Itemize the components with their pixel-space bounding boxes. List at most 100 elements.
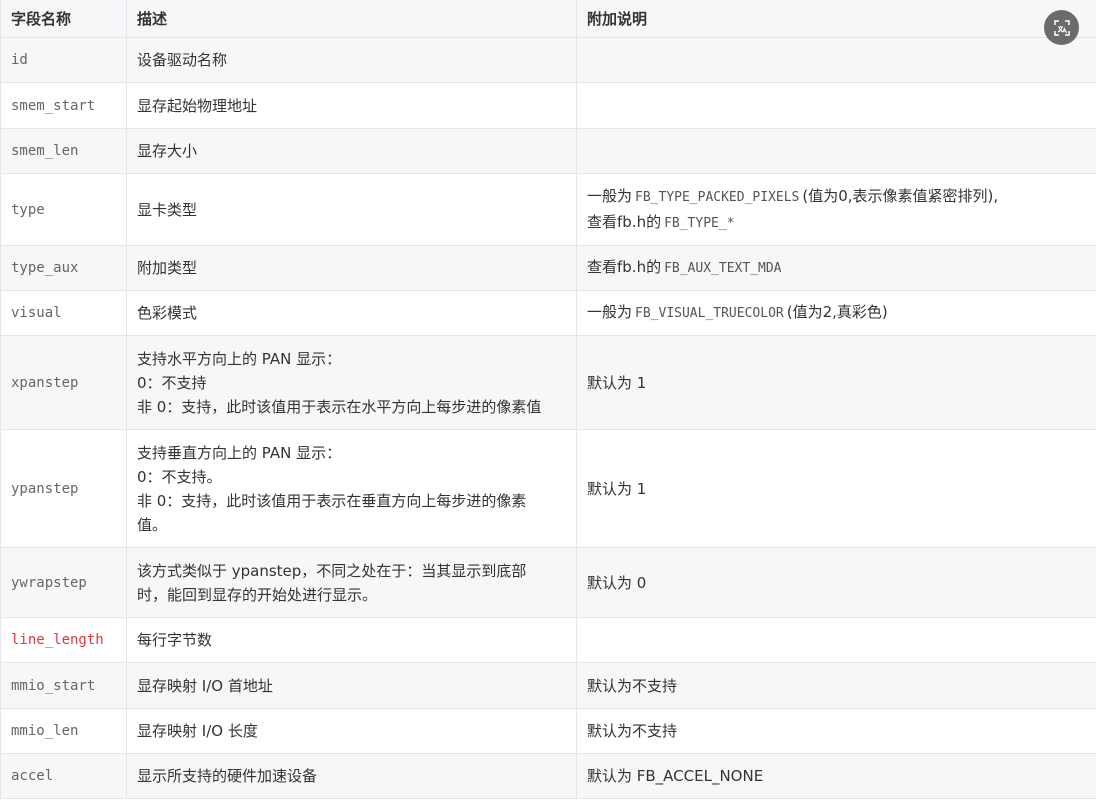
note-cell: 默认为 FB_ACCEL_NONE <box>576 753 1096 799</box>
description-cell: 显示所支持的硬件加速设备 <box>126 753 577 799</box>
description-line: 非 0：支持，此时该值用于表示在水平方向上每步进的像素值 <box>137 397 542 416</box>
description-cell: 显卡类型 <box>126 173 577 246</box>
description-cell: 附加类型 <box>126 245 577 291</box>
note-code: FB_TYPE_PACKED_PIXELS <box>635 189 800 205</box>
description-cell: 每行字节数 <box>126 617 577 663</box>
description-line: 值。 <box>137 515 168 534</box>
description-cell: 显存映射 I/O 首地址 <box>126 662 577 709</box>
description-line: 设备驱动名称 <box>137 51 228 69</box>
note-code: FB_TYPE_* <box>664 215 735 231</box>
note-line: 一般为 FB_VISUAL_TRUECOLOR (值为2,真彩色) <box>587 300 1086 326</box>
note-text: 查看fb.h的 <box>587 212 662 231</box>
note-cell: 一般为 FB_VISUAL_TRUECOLOR (值为2,真彩色) <box>576 290 1096 336</box>
note-cell: 默认为不支持 <box>576 708 1096 754</box>
table-row: line_length 每行字节数 <box>0 617 1096 663</box>
note-cell <box>576 128 1096 174</box>
description-cell: 显存大小 <box>126 128 577 174</box>
note-code: FB_VISUAL_TRUECOLOR <box>635 306 784 321</box>
description-line: 显卡类型 <box>137 200 198 219</box>
field-name-cell: mmio_len <box>0 708 127 754</box>
description-cell: 设备驱动名称 <box>126 37 577 83</box>
header-extra-note: 附加说明 <box>576 0 1096 38</box>
note-cell <box>576 82 1096 129</box>
note-line: 默认为 0 <box>587 571 1086 595</box>
field-name-cell: line_length <box>0 617 127 663</box>
table-row: accel 显示所支持的硬件加速设备 默认为 FB_ACCEL_NONE <box>0 753 1096 799</box>
note-cell: 默认为 1 <box>576 335 1096 430</box>
table-row: xpanstep 支持水平方向上的 PAN 显示： 0：不支持非 0：支持，此时该值… <box>0 335 1096 430</box>
description-line: 每行字节数 <box>137 631 213 649</box>
note-cell: 默认为 1 <box>576 429 1096 548</box>
table-row: mmio_len 显存映射 I/O 长度 默认为不支持 <box>0 708 1096 754</box>
description-line: 该方式类似于 ypanstep，不同之处在于：当其显示到底部 <box>137 561 527 580</box>
note-line: 查看fb.h的 FB_AUX_TEXT_MDA <box>587 255 1086 281</box>
close-button[interactable] <box>1044 10 1079 45</box>
description-line: 附加类型 <box>137 259 198 277</box>
note-line: 默认为 1 <box>587 477 1086 501</box>
note-text-suffix: (值为0,表示像素值紧密排列), <box>802 186 999 205</box>
field-name-cell: xpanstep <box>0 335 127 430</box>
table-row: mmio_start 显存映射 I/O 首地址 默认为不支持 <box>0 662 1096 709</box>
note-text: 一般为 <box>587 303 633 321</box>
description-line: 显存大小 <box>137 142 198 160</box>
description-cell: 显存起始物理地址 <box>126 82 577 129</box>
description-line: 色彩模式 <box>137 304 198 322</box>
note-cell <box>576 37 1096 83</box>
note-cell: 一般为 FB_TYPE_PACKED_PIXELS (值为0,表示像素值紧密排列),… <box>576 173 1096 246</box>
field-table: 字段名称 描述 附加说明 id 设备驱动名称 smem_start 显存起始物理地址 s… <box>0 0 1096 799</box>
note-text: 默认为 1 <box>587 479 647 498</box>
table-row: type 显卡类型 一般为 FB_TYPE_PACKED_PIXELS (值为0,表示像… <box>0 173 1096 246</box>
note-line: 查看fb.h的 FB_TYPE_* <box>587 210 1086 236</box>
description-line: 显存映射 I/O 首地址 <box>137 676 273 695</box>
header-field-name: 字段名称 <box>0 0 127 38</box>
field-name-cell: accel <box>0 753 127 799</box>
description-cell: 支持水平方向上的 PAN 显示： 0：不支持非 0：支持，此时该值用于表示在水平方… <box>126 335 577 430</box>
description-line: 显存映射 I/O 长度 <box>137 722 258 740</box>
note-text: 默认为不支持 <box>587 676 678 695</box>
description-line: 显存起始物理地址 <box>137 96 258 115</box>
note-text-suffix: (值为2,真彩色) <box>786 303 888 321</box>
note-line: 一般为 FB_TYPE_PACKED_PIXELS (值为0,表示像素值紧密排列), <box>587 184 1086 210</box>
table-row: id 设备驱动名称 <box>0 37 1096 83</box>
note-cell: 查看fb.h的 FB_AUX_TEXT_MDA <box>576 245 1096 291</box>
description-line: 时，能回到显存的开始处进行显示。 <box>137 585 378 604</box>
description-cell: 色彩模式 <box>126 290 577 336</box>
table-row: smem_start 显存起始物理地址 <box>0 82 1096 129</box>
description-line: 非 0：支持，此时该值用于表示在垂直方向上每步进的像素 <box>137 491 527 510</box>
field-name-cell: smem_start <box>0 82 127 129</box>
table-row: ypanstep 支持垂直方向上的 PAN 显示： 0：不支持。非 0：支持，此时该… <box>0 429 1096 548</box>
table-row: visual 色彩模式 一般为 FB_VISUAL_TRUECOLOR (值为2,真彩色… <box>0 290 1096 336</box>
description-cell: 支持垂直方向上的 PAN 显示： 0：不支持。非 0：支持，此时该值用于表示在垂直… <box>126 429 577 548</box>
field-name-cell: ywrapstep <box>0 547 127 618</box>
note-text: 默认为 0 <box>587 573 647 592</box>
note-line: 默认为不支持 <box>587 719 1086 743</box>
description-line: 支持水平方向上的 PAN 显示： <box>137 349 342 368</box>
description-line: 显示所支持的硬件加速设备 <box>137 767 318 785</box>
note-line: 默认为不支持 <box>587 674 1086 698</box>
note-cell: 默认为 0 <box>576 547 1096 618</box>
note-line: 默认为 FB_ACCEL_NONE <box>587 764 1086 788</box>
header-description: 描述 <box>126 0 577 38</box>
field-name-cell: smem_len <box>0 128 127 174</box>
description-cell: 该方式类似于 ypanstep，不同之处在于：当其显示到底部 时，能回到显存的开始… <box>126 547 577 618</box>
note-text: 一般为 <box>587 186 633 205</box>
field-name-cell: ypanstep <box>0 429 127 548</box>
note-cell <box>576 617 1096 663</box>
table-body: id 设备驱动名称 smem_start 显存起始物理地址 smem_len 显存大小 ty… <box>0 37 1096 799</box>
field-name-cell: id <box>0 37 127 83</box>
note-text: 默认为 FB_ACCEL_NONE <box>587 767 764 785</box>
description-line: 支持垂直方向上的 PAN 显示： <box>137 443 342 462</box>
table-row: type_aux 附加类型 查看fb.h的 FB_AUX_TEXT_MDA <box>0 245 1096 291</box>
note-text: 查看fb.h的 <box>587 258 662 276</box>
note-line: 默认为 1 <box>587 371 1086 395</box>
table-row: ywrapstep 该方式类似于 ypanstep，不同之处在于：当其显示到底部时… <box>0 547 1096 618</box>
translate-close-icon <box>1053 19 1070 36</box>
description-line: 0：不支持 <box>137 373 207 392</box>
field-name-cell: type_aux <box>0 245 127 291</box>
table-row: smem_len 显存大小 <box>0 128 1096 174</box>
note-text: 默认为 1 <box>587 373 647 392</box>
note-text: 默认为不支持 <box>587 722 678 740</box>
field-name-cell: mmio_start <box>0 662 127 709</box>
table-header-row: 字段名称 描述 附加说明 <box>0 0 1096 38</box>
note-code: FB_AUX_TEXT_MDA <box>664 261 782 276</box>
